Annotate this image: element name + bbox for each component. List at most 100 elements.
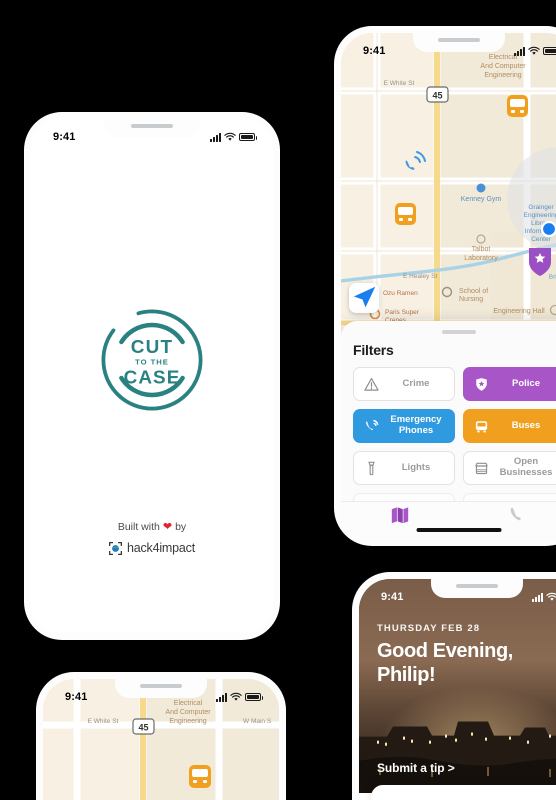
built-with-label: Built with bbox=[117, 520, 160, 533]
phone-icon bbox=[510, 507, 521, 520]
emergency-phone-icon bbox=[363, 418, 380, 434]
cellular-signal-icon bbox=[532, 592, 543, 602]
home-phone-mockup: THURSDAY FEB 28 Good Evening, Philip! Su… bbox=[352, 572, 556, 800]
svg-text:Kenney Gym: Kenney Gym bbox=[461, 196, 502, 203]
status-icons bbox=[210, 132, 257, 142]
map-phone-mockup: 45 E White St Electrical And Computer En… bbox=[334, 26, 556, 546]
notch bbox=[115, 679, 207, 698]
svg-text:Engineering: Engineering bbox=[484, 72, 521, 79]
earpiece-speaker bbox=[140, 684, 182, 688]
svg-text:Engineering: Engineering bbox=[169, 718, 206, 725]
svg-text:School of: School of bbox=[459, 288, 488, 295]
svg-text:W Main S: W Main S bbox=[243, 718, 272, 725]
screenshot-stage: 9:41 CUT TO THE CASE Built with ❤ by hac… bbox=[0, 0, 556, 800]
sidebar-item-map[interactable] bbox=[390, 505, 410, 530]
battery-icon bbox=[239, 133, 257, 141]
safety-card: SAFETY bbox=[371, 785, 556, 800]
filter-label: Emergency Phones bbox=[390, 414, 442, 436]
filter-chip-emergency-phones[interactable]: Emergency Phones bbox=[353, 409, 455, 443]
filter-label: Lights bbox=[401, 461, 431, 473]
home-indicator bbox=[416, 528, 502, 532]
status-icons bbox=[216, 692, 263, 702]
svg-text:Nursing: Nursing bbox=[459, 296, 483, 303]
svg-text:E Healey St: E Healey St bbox=[403, 273, 438, 280]
logo-text-cut: CUT bbox=[131, 336, 174, 357]
svg-text:45: 45 bbox=[138, 723, 148, 733]
filter-chip-lights[interactable]: Lights bbox=[353, 451, 455, 485]
battery-icon bbox=[245, 693, 263, 701]
svg-text:Engineering Hall: Engineering Hall bbox=[493, 308, 545, 315]
battery-icon bbox=[543, 47, 556, 55]
sheet-grabber[interactable] bbox=[442, 330, 476, 334]
cellular-signal-icon bbox=[514, 46, 525, 56]
route-shield-45: 45 bbox=[426, 86, 449, 103]
bus-marker-secondary-1 bbox=[189, 765, 211, 788]
route-shield-45-secondary: 45 bbox=[132, 718, 155, 735]
greeting-line-1: Good Evening, bbox=[377, 640, 513, 662]
status-icons bbox=[514, 46, 556, 56]
notch bbox=[413, 33, 505, 52]
tab-bar bbox=[341, 501, 556, 539]
heart-icon: ❤ bbox=[162, 521, 173, 534]
hero-banner: THURSDAY FEB 28 Good Evening, Philip! Su… bbox=[359, 579, 556, 793]
filter-chip-police[interactable]: Police bbox=[463, 367, 556, 401]
hack4impact-logo-icon bbox=[109, 542, 122, 556]
navigation-arrow-icon bbox=[353, 286, 376, 308]
status-time: 9:41 bbox=[381, 591, 404, 603]
notch bbox=[104, 119, 200, 138]
wifi-icon bbox=[528, 46, 540, 55]
filter-label: Open Businesses bbox=[499, 456, 553, 478]
status-time: 9:41 bbox=[65, 691, 88, 703]
date-label: THURSDAY FEB 28 bbox=[377, 623, 481, 634]
logo-text-tothe: TO THE bbox=[135, 357, 169, 366]
svg-text:Engineering: Engineering bbox=[524, 212, 556, 219]
filter-chip-crime[interactable]: Crime bbox=[353, 367, 455, 401]
svg-text:E White St: E White St bbox=[88, 718, 119, 725]
storefront-icon bbox=[473, 461, 490, 476]
filter-chip-open-businesses[interactable]: Open Businesses bbox=[463, 451, 556, 485]
svg-text:And Computer: And Computer bbox=[165, 709, 211, 716]
hack4impact-label: hack4impact bbox=[127, 541, 195, 556]
filter-label: Crime bbox=[402, 377, 430, 389]
svg-text:Ozu Ramen: Ozu Ramen bbox=[383, 290, 418, 297]
map-icon bbox=[391, 506, 409, 523]
filter-label: Buses bbox=[511, 419, 541, 431]
earpiece-speaker bbox=[438, 38, 480, 42]
submit-tip-link[interactable]: Submit a tip > bbox=[377, 761, 455, 775]
svg-text:Grainger: Grainger bbox=[528, 204, 554, 211]
home-screen: THURSDAY FEB 28 Good Evening, Philip! Su… bbox=[359, 579, 556, 800]
wifi-icon bbox=[546, 592, 556, 601]
bus-marker-2 bbox=[395, 203, 416, 225]
greeting-block: THURSDAY FEB 28 Good Evening, Philip! bbox=[377, 623, 513, 687]
wifi-icon bbox=[230, 692, 242, 701]
police-shield-icon bbox=[473, 377, 490, 392]
logo-text-case: CASE bbox=[124, 367, 181, 388]
svg-text:Laboratory: Laboratory bbox=[464, 255, 498, 262]
status-icons bbox=[532, 592, 556, 602]
splash-phone-mockup: 9:41 CUT TO THE CASE Built with ❤ by hac… bbox=[24, 112, 280, 640]
user-location-dot bbox=[540, 220, 556, 238]
notch bbox=[431, 579, 523, 598]
by-label: by bbox=[175, 520, 187, 533]
locate-me-button[interactable] bbox=[349, 283, 379, 313]
wifi-icon bbox=[224, 132, 236, 141]
cut-to-the-case-logo: CUT TO THE CASE bbox=[98, 306, 206, 419]
flashlight-icon bbox=[363, 461, 380, 476]
svg-text:Paris Super: Paris Super bbox=[385, 309, 420, 316]
filter-label: Police bbox=[512, 377, 540, 389]
splash-body: 9:41 CUT TO THE CASE Built with ❤ by hac… bbox=[31, 119, 273, 633]
sidebar-item-calls[interactable] bbox=[508, 505, 528, 530]
status-time: 9:41 bbox=[53, 131, 76, 143]
campus-skyline bbox=[359, 721, 556, 793]
earpiece-speaker bbox=[131, 124, 173, 128]
built-by-footer: Built with ❤ by hack4impact bbox=[31, 518, 273, 559]
bus-icon bbox=[473, 419, 490, 434]
map-screen-secondary: 45 E White St Electrical And Computer En… bbox=[43, 679, 279, 800]
map-phone-secondary-mockup: 45 E White St Electrical And Computer En… bbox=[36, 672, 286, 800]
svg-text:45: 45 bbox=[432, 91, 442, 101]
bus-marker-1 bbox=[507, 95, 528, 117]
svg-text:And Computer: And Computer bbox=[480, 63, 526, 70]
filter-chip-buses[interactable]: Buses bbox=[463, 409, 556, 443]
splash-screen: 9:41 CUT TO THE CASE Built with ❤ by hac… bbox=[31, 119, 273, 633]
map-screen: 45 E White St Electrical And Computer En… bbox=[341, 33, 556, 539]
